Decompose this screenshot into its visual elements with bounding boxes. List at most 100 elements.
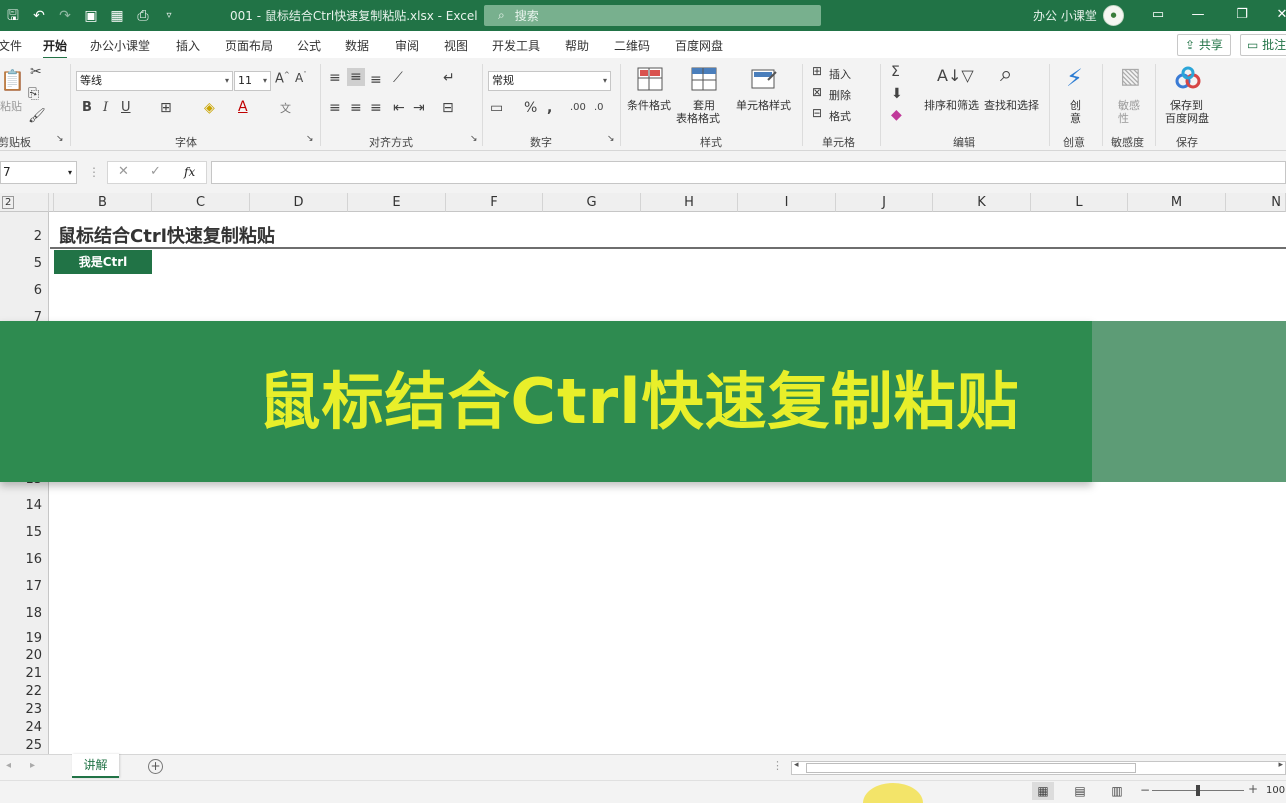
row-header[interactable]: 25 (0, 737, 49, 754)
lightning-icon[interactable]: ⚡ (1066, 64, 1083, 92)
number-format-select[interactable]: 常规 ▾ (488, 71, 611, 91)
user-name[interactable]: 办公 小课堂 (1033, 7, 1097, 24)
align-right-icon[interactable]: ≡ (370, 100, 382, 116)
comments-button[interactable]: ▭ 批注 (1240, 34, 1286, 56)
tab-office-class[interactable]: 办公小课堂 (90, 37, 150, 54)
horizontal-scrollbar[interactable]: ◂ ▸ (791, 760, 1286, 775)
row-header[interactable]: 5 (0, 249, 49, 276)
fill-color-icon[interactable]: ◈ (204, 100, 215, 116)
increase-decimal-icon[interactable]: .00 (570, 102, 586, 113)
format-cells-icon[interactable]: ⊟ (812, 106, 822, 120)
merge-center-icon[interactable]: ⊟ (442, 100, 454, 116)
ctrl-shape-button[interactable]: 我是Ctrl (54, 250, 152, 274)
sensitivity-icon[interactable]: ▧ (1120, 64, 1141, 89)
align-middle-icon[interactable]: ≡ (347, 68, 365, 86)
worksheet-grid[interactable] (50, 212, 1286, 754)
scroll-right-arrow-icon[interactable]: ▸ (1278, 760, 1283, 770)
row-header[interactable]: 24 (0, 719, 49, 737)
delete-cells-label[interactable]: 删除 (829, 87, 851, 103)
delete-cells-icon[interactable]: ⊠ (812, 85, 822, 99)
col-header-d[interactable]: D (250, 193, 348, 212)
print-icon[interactable]: ⎙ (132, 5, 154, 27)
font-size-select[interactable]: 11 ▾ (234, 71, 271, 91)
zoom-slider-thumb[interactable] (1196, 785, 1200, 796)
font-color-icon[interactable]: A (238, 99, 248, 115)
dialog-launcher-icon[interactable]: ↘ (470, 134, 478, 144)
col-header-n[interactable]: N (1226, 193, 1286, 212)
user-avatar[interactable]: ● (1103, 5, 1124, 26)
cancel-icon[interactable]: ✕ (118, 164, 129, 179)
decrease-font-icon[interactable]: Aˇ (295, 71, 307, 85)
scrollbar-thumb[interactable] (806, 763, 1136, 773)
enter-icon[interactable]: ✓ (150, 164, 161, 179)
cell-styles-icon[interactable] (750, 66, 778, 92)
increase-indent-icon[interactable]: ⇥ (413, 100, 425, 116)
ribbon-display-icon[interactable]: ▭ (1148, 5, 1168, 25)
redo-icon[interactable]: ↷ (54, 5, 76, 27)
copy-icon[interactable]: ⎘ (28, 86, 39, 102)
align-center-icon[interactable]: ≡ (350, 100, 362, 116)
restore-icon[interactable]: ❐ (1232, 5, 1252, 25)
borders-icon[interactable]: ⊞ (160, 100, 172, 116)
row-header[interactable]: 16 (0, 546, 49, 573)
row-header[interactable]: 22 (0, 683, 49, 701)
search-box[interactable]: ⌕ 搜索 (484, 5, 821, 26)
autosum-icon[interactable]: Σ (891, 64, 900, 80)
formula-input[interactable] (211, 161, 1286, 184)
orientation-icon[interactable]: ⟋ (393, 70, 403, 86)
chart-icon[interactable]: ▦ (106, 5, 128, 27)
tab-developer[interactable]: 开发工具 (492, 37, 540, 54)
dialog-launcher-icon[interactable]: ↘ (56, 134, 64, 144)
tab-data[interactable]: 数据 (345, 37, 369, 54)
sort-filter-icon[interactable]: A↓▽ (937, 66, 974, 85)
minimize-icon[interactable]: — (1188, 5, 1208, 25)
split-grip-icon[interactable]: ⋮ (772, 759, 783, 772)
comma-style-icon[interactable]: , (547, 100, 552, 116)
sheet-title-cell[interactable]: 鼠标结合Ctrl快速复制粘贴 (58, 222, 275, 248)
scroll-left-arrow-icon[interactable]: ◂ (794, 760, 799, 770)
save-icon[interactable]: 🖫 (2, 5, 24, 27)
zoom-out-button[interactable]: − (1140, 783, 1150, 797)
select-all-corner[interactable]: 2 (0, 193, 49, 212)
page-layout-view-icon[interactable]: ▤ (1069, 782, 1091, 800)
format-as-table-icon[interactable] (690, 66, 718, 92)
find-select-icon[interactable]: ⌕ (1000, 62, 1012, 87)
col-header-f[interactable]: F (446, 193, 543, 212)
sheet-tab-explain[interactable]: 讲解 (72, 754, 119, 778)
accounting-format-icon[interactable]: ▭ (490, 100, 503, 116)
tab-review[interactable]: 审阅 (395, 37, 419, 54)
tab-home[interactable]: 开始 (43, 37, 68, 59)
name-box[interactable]: 7 ▾ (0, 161, 77, 184)
row-header[interactable]: 20 (0, 647, 49, 665)
tab-page-layout[interactable]: 页面布局 (225, 37, 273, 54)
insert-cells-label[interactable]: 插入 (829, 66, 851, 82)
col-header-b[interactable]: B (54, 193, 152, 212)
align-left-icon[interactable]: ≡ (329, 100, 341, 116)
cut-icon[interactable]: ✂ (30, 64, 42, 80)
normal-view-icon[interactable]: ▦ (1032, 782, 1054, 800)
row-header[interactable]: 14 (0, 492, 49, 519)
dialog-launcher-icon[interactable]: ↘ (306, 134, 314, 144)
customize-qat-icon[interactable]: ▿ (158, 5, 180, 27)
row-header[interactable]: 21 (0, 665, 49, 683)
row-header[interactable]: 6 (0, 276, 49, 303)
share-button[interactable]: ⇪ 共享 (1177, 34, 1231, 56)
tab-formulas[interactable]: 公式 (297, 37, 321, 54)
tab-help[interactable]: 帮助 (565, 37, 589, 54)
col-header-g[interactable]: G (543, 193, 641, 212)
clear-icon[interactable]: ◆ (891, 107, 902, 123)
row-header[interactable]: 18 (0, 600, 49, 627)
decrease-decimal-icon[interactable]: .0 (594, 102, 604, 113)
row-header[interactable]: 23 (0, 701, 49, 719)
insert-cells-icon[interactable]: ⊞ (812, 64, 822, 78)
undo-icon[interactable]: ↶ (28, 5, 50, 27)
col-header-m[interactable]: M (1128, 193, 1226, 212)
col-header-l[interactable]: L (1031, 193, 1128, 212)
zoom-level[interactable]: 100 (1266, 785, 1285, 796)
form-icon[interactable]: ▣ (80, 5, 102, 27)
scroll-right-icon[interactable]: ▸ (30, 760, 35, 771)
decrease-indent-icon[interactable]: ⇤ (393, 100, 405, 116)
phonetic-icon[interactable]: 文 (280, 100, 291, 116)
increase-font-icon[interactable]: A^ (275, 71, 290, 86)
fill-icon[interactable]: ⬇ (891, 86, 903, 102)
